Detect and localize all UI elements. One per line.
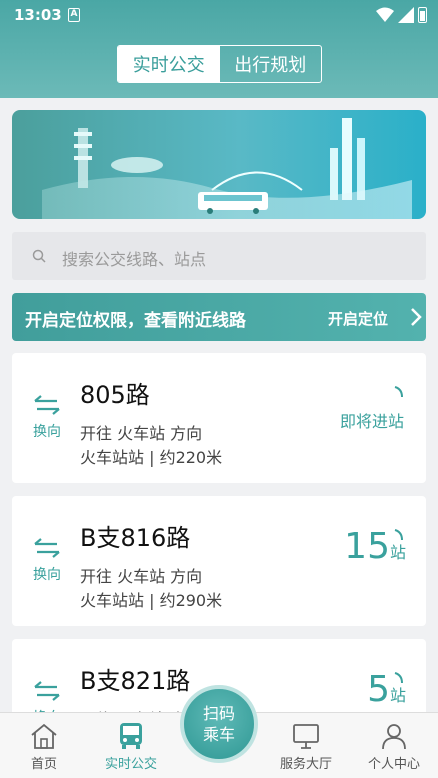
scan-label-line1: 扫码 — [202, 704, 235, 723]
chevron-right-icon — [411, 308, 422, 326]
stops-away: 5站 — [367, 669, 406, 710]
search-placeholder: 搜索公交线路、站点 — [62, 250, 207, 269]
live-signal-icon — [394, 386, 403, 398]
mode-segment: 实时公交 出行规划 — [117, 45, 322, 83]
scan-label-line2: 乘车 — [202, 725, 235, 744]
tab-realtime-bus[interactable]: 实时公交 — [118, 46, 220, 82]
stops-away-unit: 站 — [389, 686, 406, 705]
city-banner-image[interactable] — [12, 110, 426, 219]
swap-arrows-icon — [34, 395, 60, 415]
route-card[interactable]: 换向 805路 开往 火车站 方向 火车站站 | 约220米 即将进站 — [12, 353, 426, 483]
battery-icon — [418, 7, 427, 23]
nearest-stop: 火车站站 | 约220米 — [80, 448, 223, 467]
monitor-icon — [293, 724, 319, 749]
status-bar: 13:03 A — [0, 0, 438, 32]
enable-location-button[interactable]: 开启定位 — [328, 308, 388, 329]
home-icon — [31, 723, 57, 749]
tab-personal-center[interactable]: 个人中心 — [354, 719, 434, 772]
swap-direction-button[interactable]: 换向 — [32, 395, 62, 441]
stops-away-count: 15 — [344, 526, 390, 567]
tab-personal-center-label: 个人中心 — [367, 757, 420, 772]
stops-away-unit: 站 — [389, 543, 406, 562]
route-card[interactable]: 换向 B支816路 开往 火车站 方向 火车站站 | 约290米 15站 — [12, 496, 426, 626]
tab-home[interactable]: 首页 — [4, 719, 84, 772]
tab-realtime-bus-nav[interactable]: 实时公交 — [91, 719, 171, 772]
route-name: B支816路 — [80, 524, 191, 552]
tab-service-hall-label: 服务大厅 — [279, 757, 332, 772]
tab-realtime-bus-label: 实时公交 — [104, 757, 157, 772]
signal-icon — [398, 7, 414, 23]
swap-arrows-icon — [34, 538, 60, 558]
search-bar[interactable]: 搜索公交线路、站点 — [12, 232, 426, 280]
route-direction: 开往 火车站 方向 — [80, 567, 203, 586]
location-permission-bar[interactable]: 开启定位权限，查看附近线路 开启定位 — [12, 293, 426, 341]
route-direction: 开往 火车站 方向 — [80, 424, 203, 443]
nearest-stop: 火车站站 | 约290米 — [80, 591, 223, 610]
swap-direction-button[interactable]: 换向 — [32, 538, 62, 584]
status-time: 13:03 — [14, 6, 62, 24]
route-name: 805路 — [80, 381, 150, 409]
notification-icon: A — [68, 8, 80, 22]
route-name: B支821路 — [80, 667, 191, 695]
tab-home-label: 首页 — [30, 757, 57, 772]
tab-service-hall[interactable]: 服务大厅 — [266, 719, 346, 772]
scan-to-ride-button[interactable]: 扫码 乘车 — [180, 685, 258, 763]
tab-trip-planning[interactable]: 出行规划 — [220, 46, 322, 82]
header: 13:03 A 实时公交 出行规划 — [0, 0, 438, 98]
stops-away-count: 5 — [367, 669, 390, 710]
swap-arrows-icon — [34, 681, 60, 701]
swap-direction-label: 换向 — [33, 424, 61, 440]
user-icon — [382, 724, 406, 750]
arrival-status: 即将进站 — [339, 412, 404, 431]
skyline-illustration — [42, 118, 412, 219]
stops-away: 15站 — [344, 526, 406, 567]
wifi-icon — [376, 7, 394, 22]
location-permission-message: 开启定位权限，查看附近线路 — [25, 311, 246, 331]
bus-icon — [120, 723, 142, 749]
search-icon — [32, 249, 46, 263]
swap-direction-label: 换向 — [33, 567, 61, 583]
